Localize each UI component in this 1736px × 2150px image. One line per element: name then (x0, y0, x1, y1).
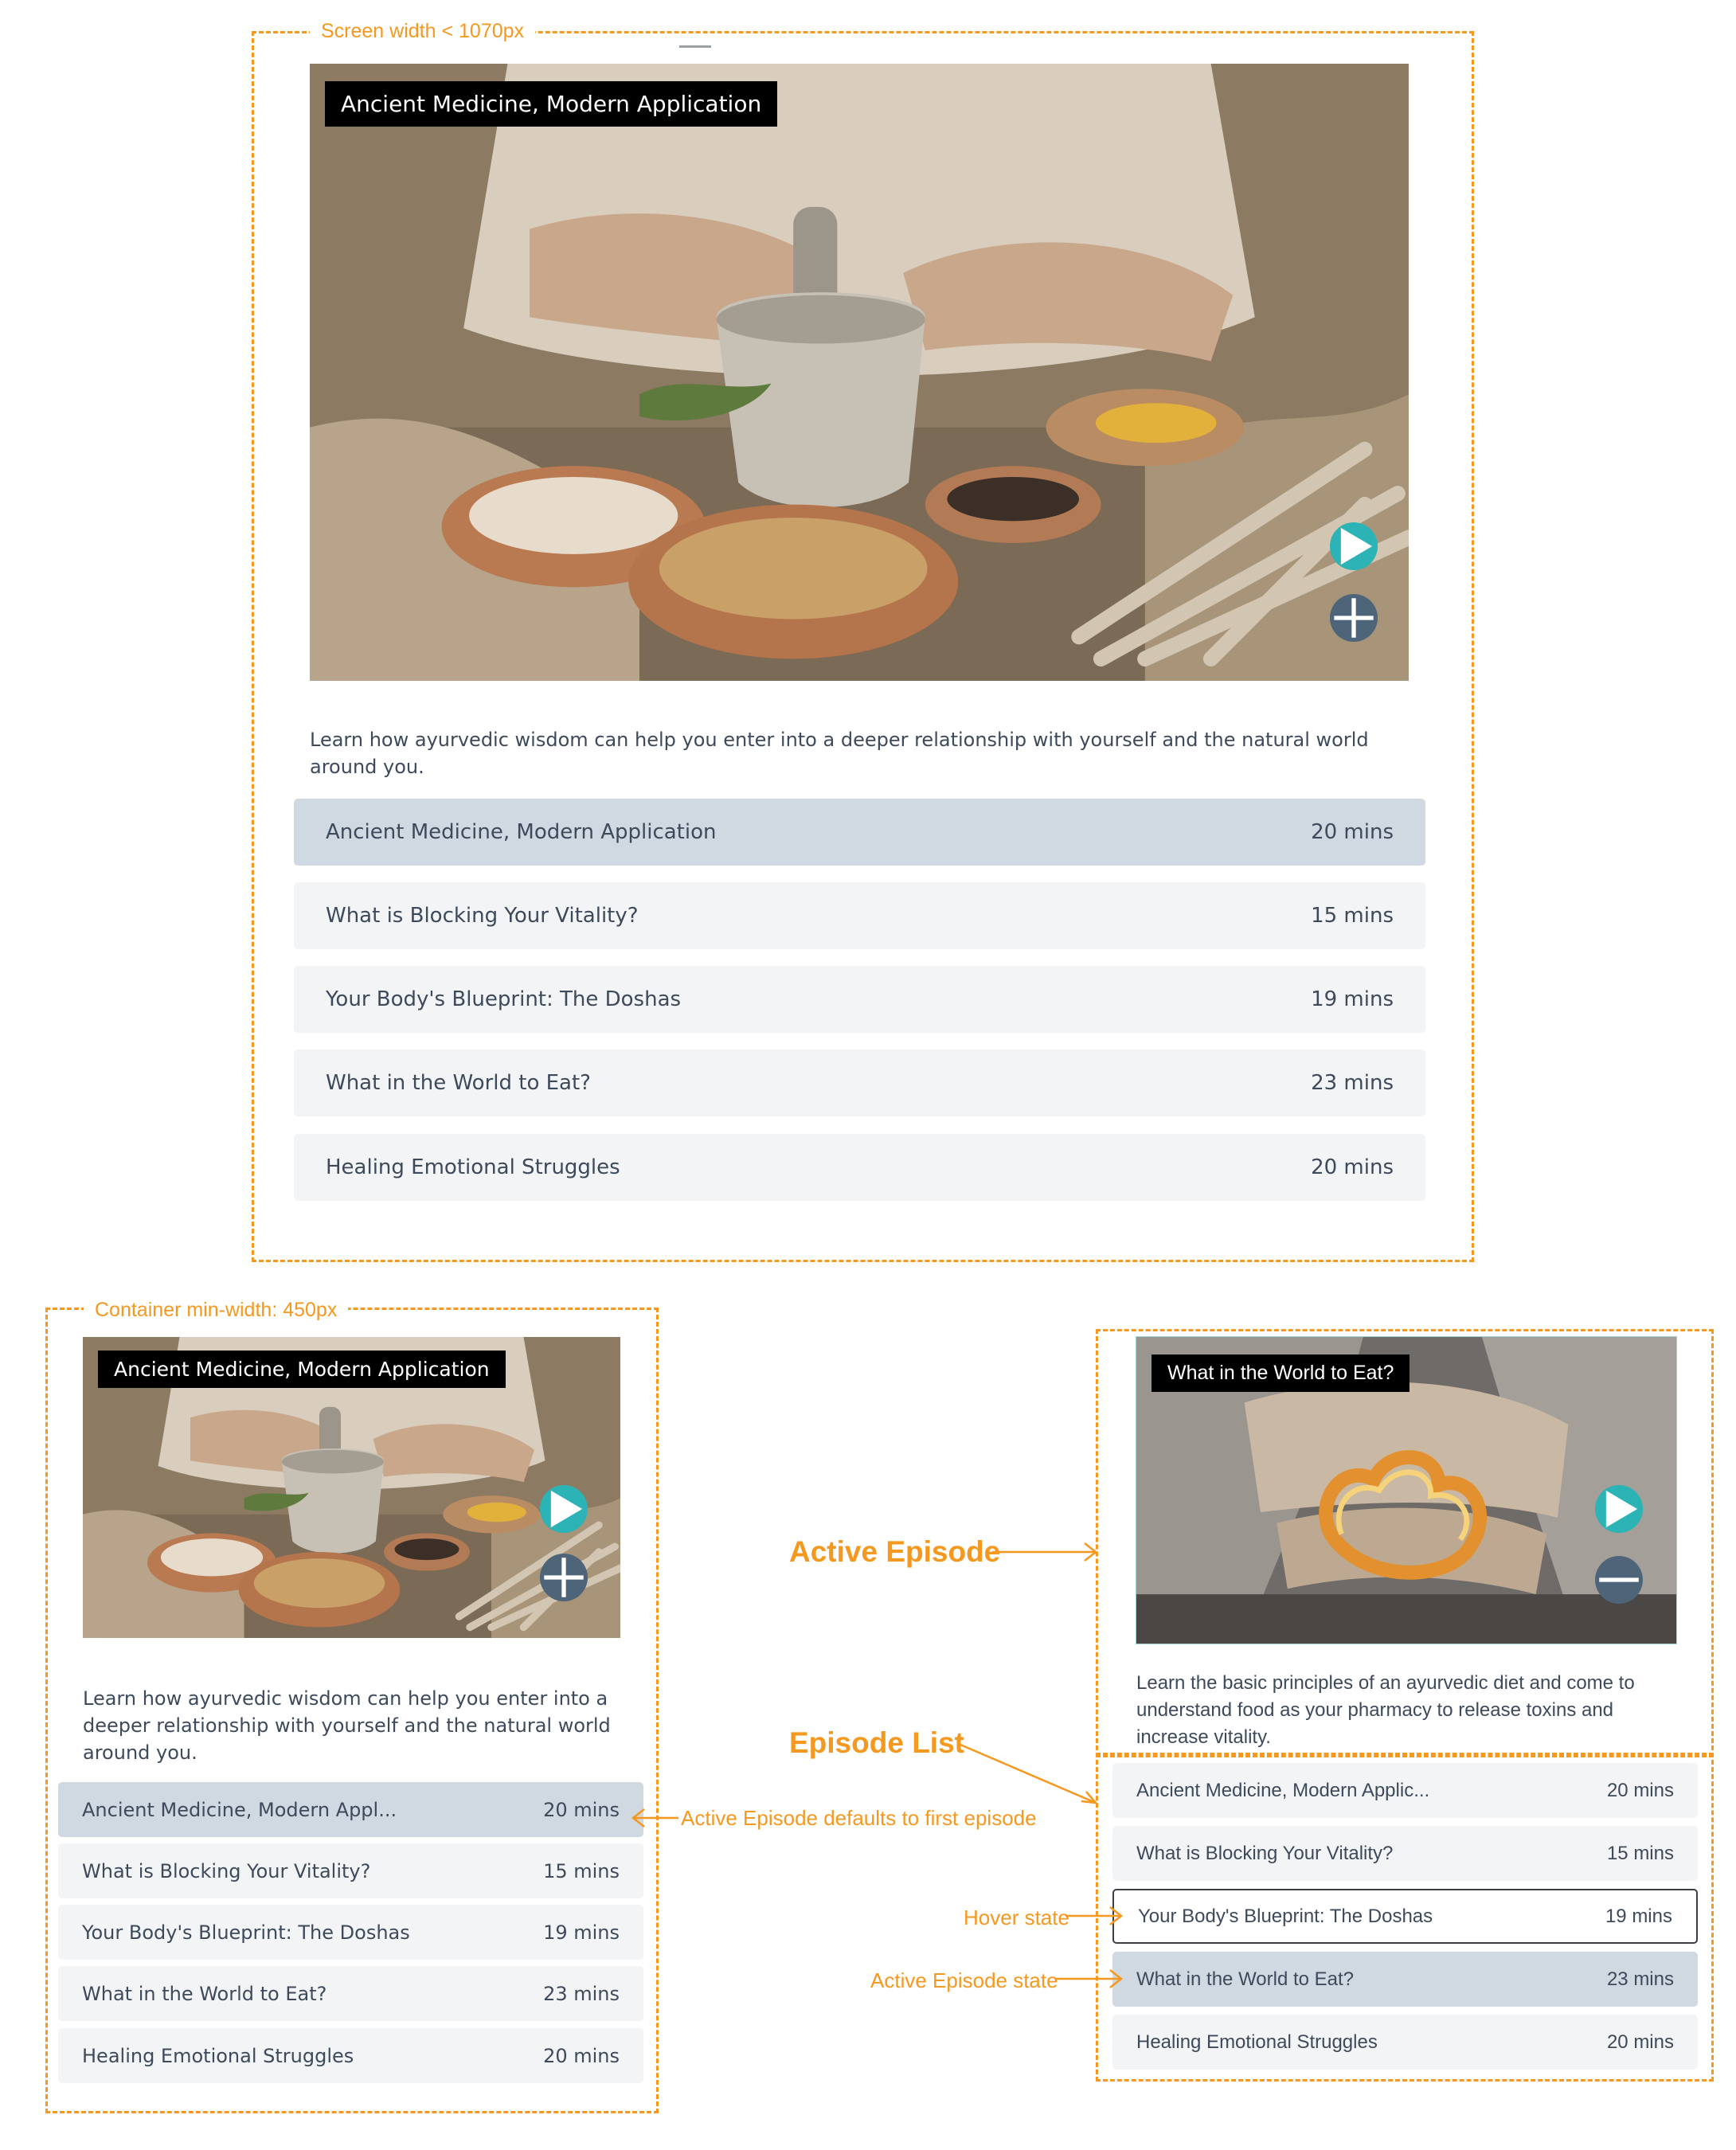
annotation-arrows (631, 1542, 1124, 1988)
